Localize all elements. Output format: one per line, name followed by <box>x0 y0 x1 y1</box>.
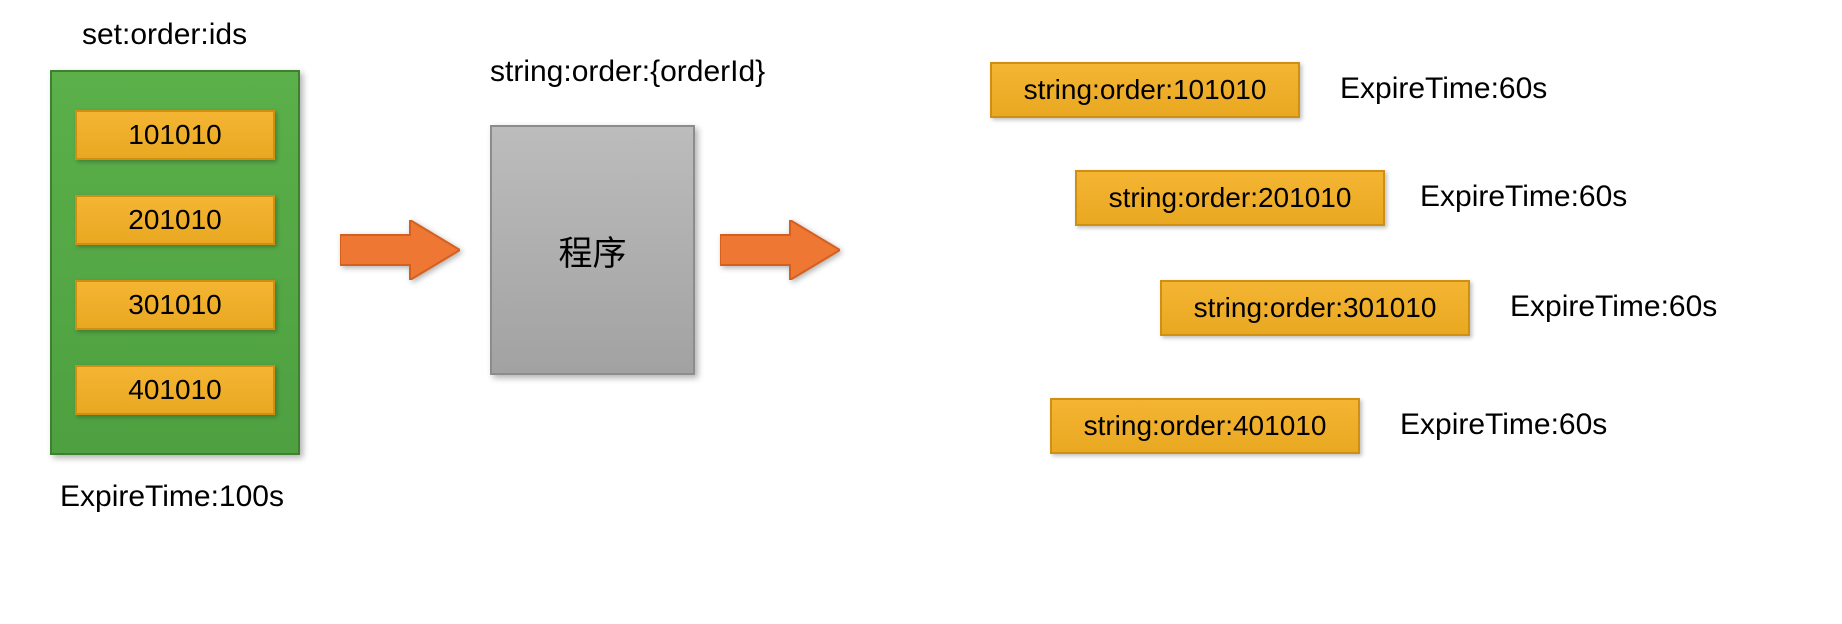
set-item: 301010 <box>75 280 275 330</box>
set-item: 401010 <box>75 365 275 415</box>
arrow-icon <box>720 220 840 280</box>
output-expire-label: ExpireTime:60s <box>1340 72 1547 106</box>
output-string-box: string:order:201010 <box>1075 170 1385 226</box>
set-item: 101010 <box>75 110 275 160</box>
set-expire-label: ExpireTime:100s <box>60 480 284 514</box>
set-title-label: set:order:ids <box>82 18 247 52</box>
program-box: 程序 <box>490 125 695 375</box>
set-container: 101010 201010 301010 401010 <box>50 70 300 455</box>
output-string-box: string:order:101010 <box>990 62 1300 118</box>
output-expire-label: ExpireTime:60s <box>1420 180 1627 214</box>
output-expire-label: ExpireTime:60s <box>1400 408 1607 442</box>
set-item: 201010 <box>75 195 275 245</box>
output-string-box: string:order:401010 <box>1050 398 1360 454</box>
arrow-icon <box>340 220 460 280</box>
output-string-box: string:order:301010 <box>1160 280 1470 336</box>
string-template-title: string:order:{orderId} <box>490 55 765 89</box>
output-expire-label: ExpireTime:60s <box>1510 290 1717 324</box>
